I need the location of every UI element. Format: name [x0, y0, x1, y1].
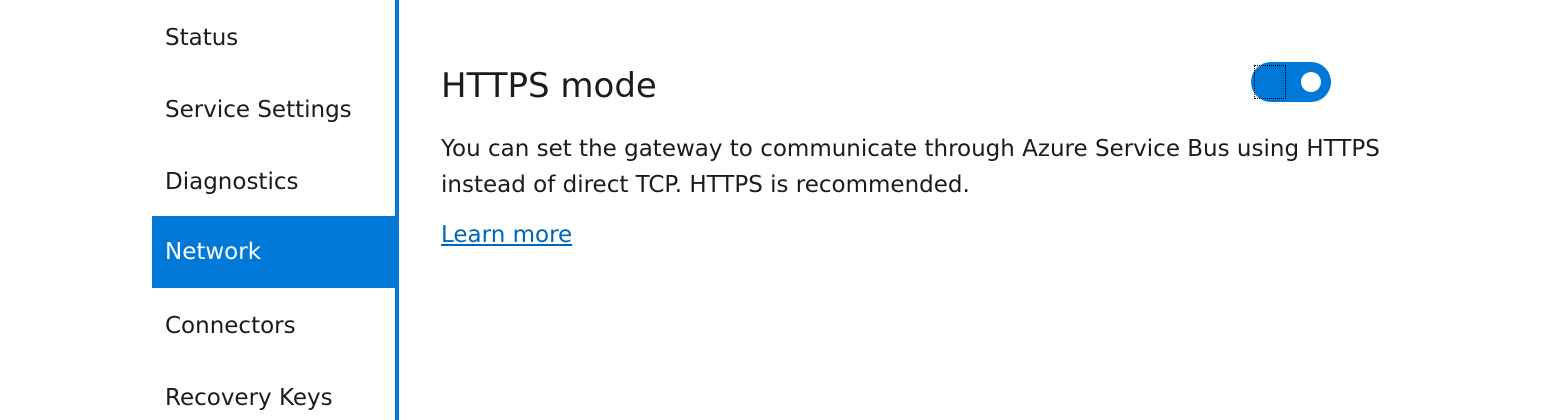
sidebar-item-connectors[interactable]: Connectors [152, 290, 396, 362]
section-title: HTTPS mode [441, 66, 657, 106]
sidebar-item-label: Service Settings [165, 97, 352, 123]
sidebar-item-service-settings[interactable]: Service Settings [152, 74, 396, 146]
sidebar-item-status[interactable]: Status [152, 2, 396, 74]
focus-indicator [1254, 65, 1286, 99]
settings-window: Status Service Settings Diagnostics Netw… [0, 0, 1556, 420]
sidebar-item-label: Network [165, 239, 262, 265]
sidebar-item-network[interactable]: Network [152, 216, 396, 288]
sidebar-item-label: Diagnostics [165, 169, 299, 195]
sidebar-item-label: Status [165, 25, 239, 51]
sidebar-item-label: Recovery Keys [165, 385, 333, 411]
section-description: You can set the gateway to communicate t… [441, 136, 1380, 198]
sidebar-divider [395, 0, 399, 420]
toggle-knob [1301, 72, 1321, 92]
https-mode-toggle[interactable] [1251, 62, 1331, 102]
sidebar-item-label: Connectors [165, 313, 296, 339]
sidebar-item-recovery-keys[interactable]: Recovery Keys [152, 362, 396, 420]
sidebar-nav: Status Service Settings Diagnostics Netw… [152, 0, 396, 420]
learn-more-link[interactable]: Learn more [441, 222, 572, 248]
sidebar-item-diagnostics[interactable]: Diagnostics [152, 146, 396, 218]
